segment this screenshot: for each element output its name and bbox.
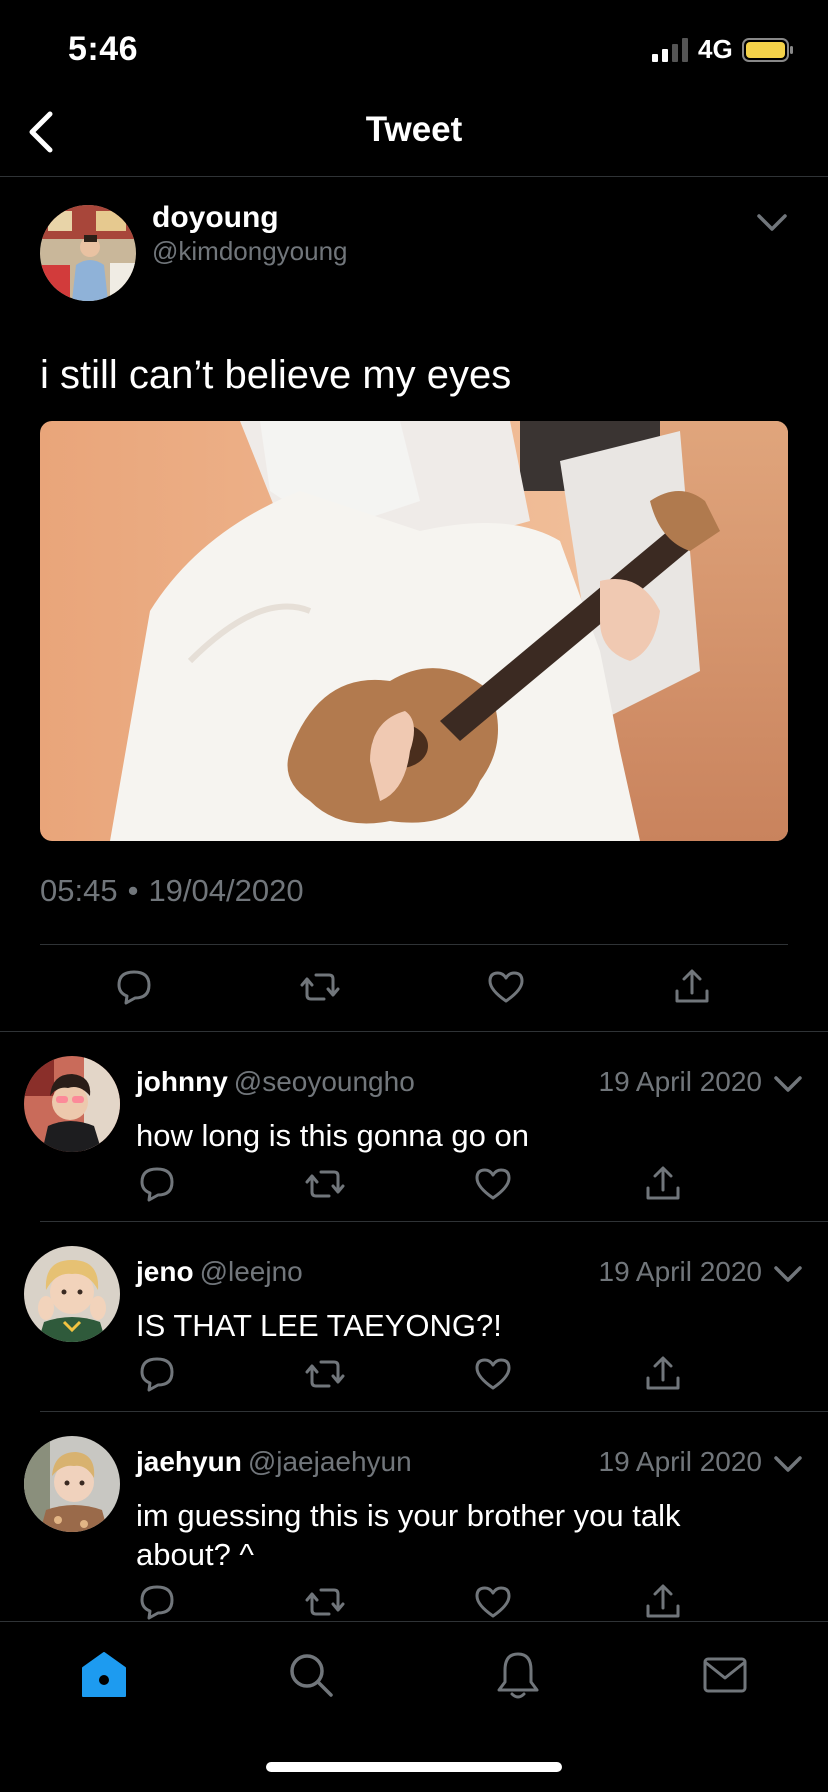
heart-icon[interactable]: [473, 1164, 513, 1204]
share-icon[interactable]: [672, 967, 712, 1007]
reply-author-handle[interactable]: @seoyoungho: [234, 1066, 415, 1097]
share-icon[interactable]: [643, 1582, 683, 1621]
share-icon[interactable]: [643, 1354, 683, 1394]
reply-icon[interactable]: [114, 967, 154, 1007]
retweet-icon[interactable]: [305, 1354, 345, 1394]
chevron-down-icon[interactable]: [770, 1256, 806, 1292]
reply-author-name[interactable]: johnny: [136, 1066, 228, 1097]
reply-author-handle[interactable]: @leejno: [200, 1256, 303, 1287]
retweet-icon[interactable]: [300, 967, 340, 1007]
reply-author-name[interactable]: jaehyun: [136, 1446, 242, 1477]
reply-icon[interactable]: [137, 1582, 177, 1621]
home-icon[interactable]: [79, 1650, 129, 1700]
avatar-image: [24, 1436, 120, 1532]
reply-header: johnny @seoyoungho: [136, 1066, 415, 1098]
tweet-timestamp: 05:45 • 19/04/2020: [40, 873, 304, 909]
reply-date: 19 April 2020: [598, 1446, 762, 1477]
reply-icon[interactable]: [137, 1354, 177, 1394]
tweet-detail-screen: 5:46 4G Tweet doyoung @kimdongyoung i st…: [0, 0, 828, 1792]
chevron-down-icon[interactable]: [754, 205, 790, 241]
reply-header: jaehyun @jaejaehyun: [136, 1446, 412, 1478]
reply-header: jeno @leejno: [136, 1256, 303, 1288]
reply-date: 19 April 2020: [598, 1066, 762, 1097]
heart-icon[interactable]: [473, 1582, 513, 1621]
nav-header: Tweet: [0, 100, 828, 177]
avatar[interactable]: [40, 205, 136, 301]
ukulele-photo: [40, 421, 788, 841]
reply-item[interactable]: jeno @leejno 19 April 2020 IS THAT LEE TA…: [0, 1222, 828, 1412]
reply-date: 19 April 2020: [598, 1256, 762, 1287]
status-bar: 5:46 4G: [0, 0, 828, 100]
avatar[interactable]: [24, 1056, 120, 1152]
author-name[interactable]: doyoung: [152, 201, 279, 235]
signal-icon: [652, 38, 688, 62]
reply-item[interactable]: johnny @seoyoungho 19 April 2020 how long…: [0, 1032, 828, 1222]
reply-author-name[interactable]: jeno: [136, 1256, 194, 1287]
chevron-down-icon[interactable]: [770, 1446, 806, 1482]
main-tweet: doyoung @kimdongyoung i still can’t beli…: [0, 177, 828, 1032]
retweet-icon[interactable]: [305, 1582, 345, 1621]
avatar[interactable]: [24, 1246, 120, 1342]
heart-icon[interactable]: [486, 967, 526, 1007]
retweet-icon[interactable]: [305, 1164, 345, 1204]
avatar-image: [40, 205, 136, 301]
status-time: 5:46: [68, 30, 139, 68]
page-title: Tweet: [365, 110, 463, 149]
search-icon[interactable]: [286, 1650, 336, 1700]
reply-text: IS THAT LEE TAEYONG?!: [136, 1308, 502, 1343]
reply-icon[interactable]: [137, 1164, 177, 1204]
tweet-time: 05:45: [40, 873, 118, 908]
heart-icon[interactable]: [473, 1354, 513, 1394]
network-label: 4G: [698, 34, 733, 64]
bell-icon[interactable]: [493, 1650, 543, 1700]
divider: [40, 944, 788, 945]
reply-text: im guessing this is your brother you tal…: [136, 1498, 681, 1572]
author-handle[interactable]: @kimdongyoung: [152, 236, 348, 267]
battery-icon: [742, 38, 793, 62]
avatar-image: [24, 1056, 120, 1152]
tweet-text: i still can’t believe my eyes: [40, 353, 512, 397]
timestamp-separator: •: [127, 873, 139, 908]
reply-author-handle[interactable]: @jaejaehyun: [248, 1446, 412, 1477]
share-icon[interactable]: [643, 1164, 683, 1204]
home-indicator[interactable]: [266, 1762, 562, 1772]
avatar-image: [24, 1246, 120, 1342]
avatar[interactable]: [24, 1436, 120, 1532]
tweet-actions: [0, 967, 828, 1027]
reply-item[interactable]: jaehyun @jaejaehyun 19 April 2020 im gues…: [0, 1412, 828, 1621]
tweet-date: 19/04/2020: [148, 873, 304, 908]
chevron-down-icon[interactable]: [770, 1066, 806, 1102]
mail-icon[interactable]: [700, 1650, 750, 1700]
tweet-media[interactable]: [40, 421, 788, 841]
reply-text: how long is this gonna go on: [136, 1118, 529, 1153]
